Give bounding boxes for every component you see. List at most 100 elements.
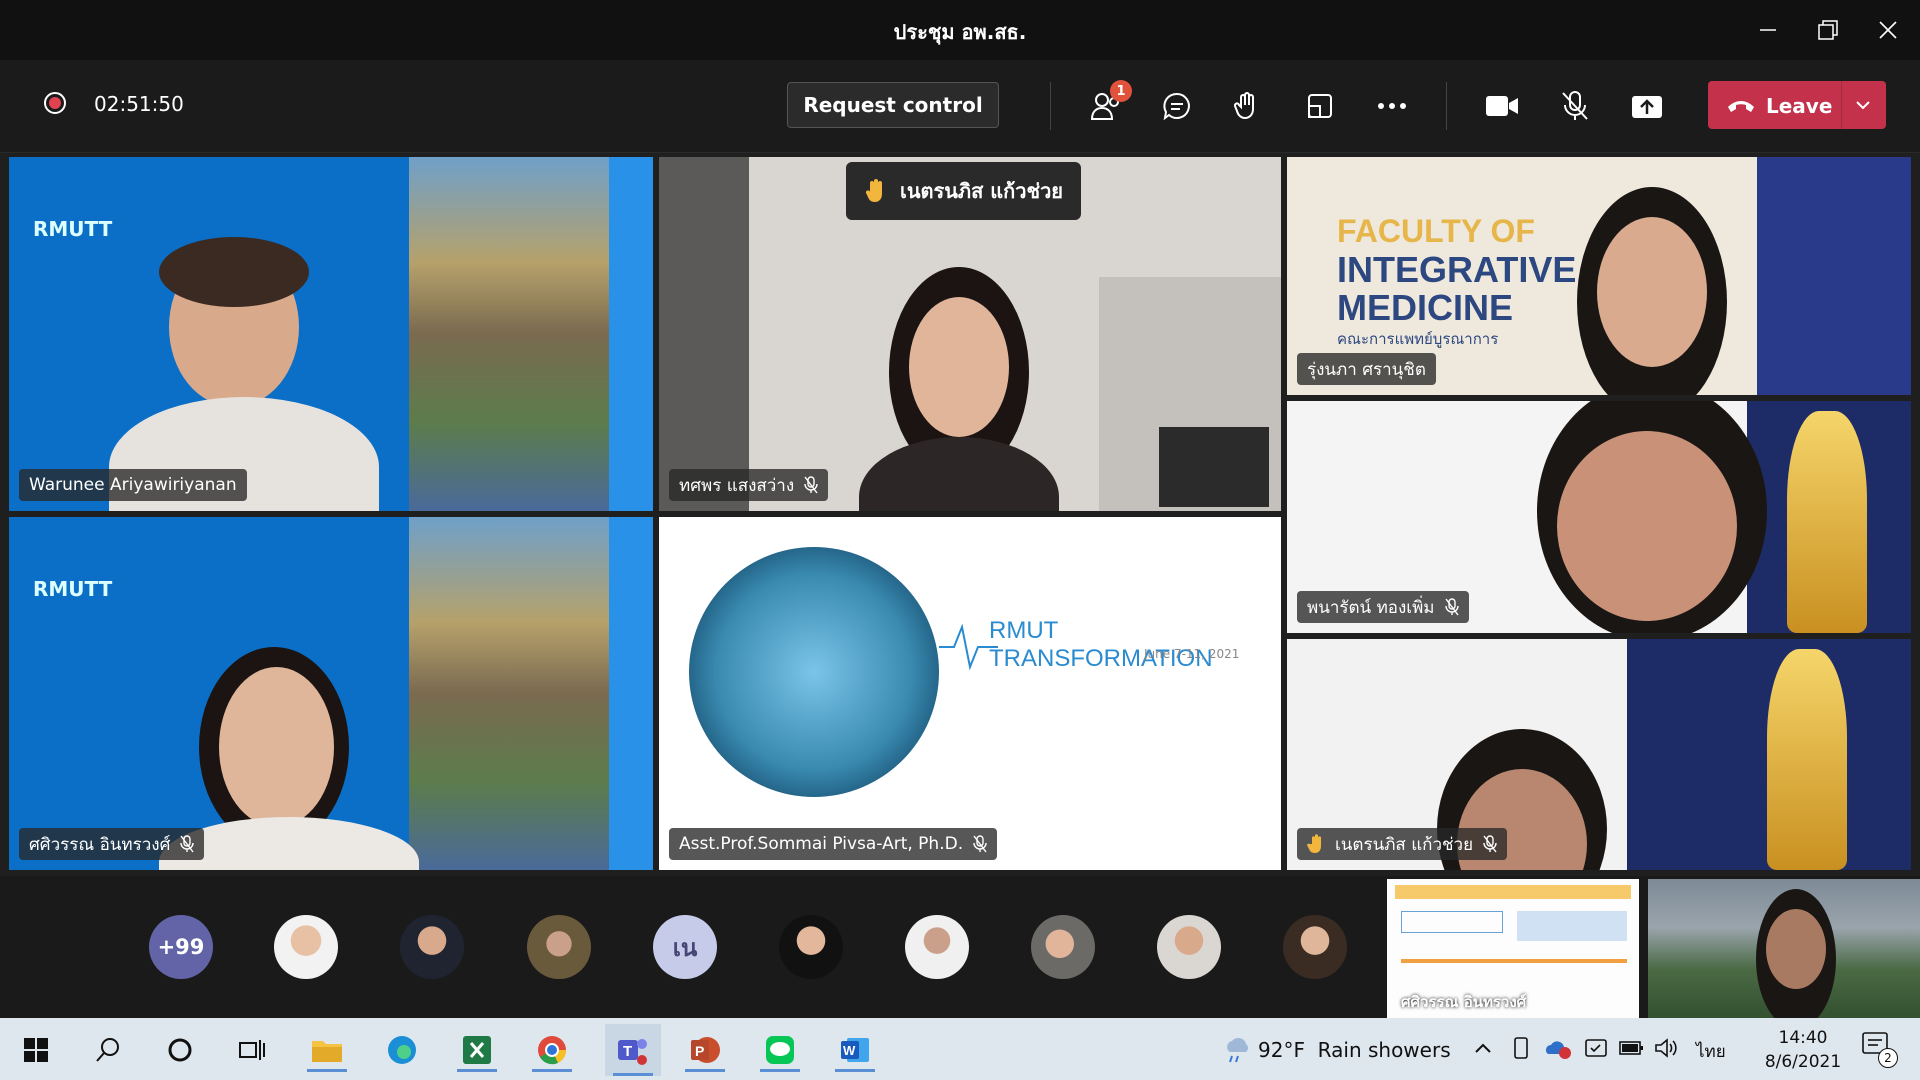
name-label: รุ่งนภา ศรานุชิต	[1297, 353, 1436, 385]
windows-logo-icon	[24, 1038, 48, 1062]
phone-link-icon[interactable]	[1512, 1036, 1530, 1060]
window-frame	[659, 157, 749, 511]
taskbar-clock[interactable]: 14:40 8/6/2021	[1758, 1026, 1848, 1074]
taskbar-excel[interactable]	[455, 1028, 499, 1072]
close-window-button[interactable]	[1868, 10, 1908, 50]
breakout-rooms-icon	[1308, 94, 1332, 118]
mic-off-icon	[180, 835, 195, 853]
chevron-up-icon[interactable]	[1474, 1042, 1492, 1054]
clock-date: 8/6/2021	[1764, 1052, 1842, 1072]
name-label: พนารัตน์ ทองเพิ่ม	[1297, 591, 1469, 623]
name-text: รุ่งนภา ศรานุชิต	[1307, 359, 1426, 380]
more-participants-button[interactable]: +99	[149, 915, 213, 979]
participant-shirt	[859, 437, 1059, 511]
recording-icon	[44, 92, 66, 114]
video-tile[interactable]: RMUTT Warunee Ariyawiriyanan	[9, 157, 653, 511]
running-indicator	[307, 1069, 347, 1072]
participant-avatar[interactable]	[905, 915, 969, 979]
weather-widget[interactable]: 92°F Rain showers	[1258, 1038, 1451, 1062]
camera-button[interactable]	[1480, 84, 1524, 128]
toolbar-divider	[1050, 82, 1051, 130]
taskbar-line[interactable]	[758, 1028, 802, 1072]
weather-temp: 92°F	[1258, 1038, 1305, 1062]
chevron-down-icon[interactable]	[1855, 99, 1871, 111]
video-tile[interactable]: RMUTT ศศิวรรณ อินทรวงศ์	[9, 517, 653, 870]
rmutt-collage	[409, 517, 609, 870]
leave-divider	[1841, 81, 1842, 129]
taskbar-powerpoint[interactable]: P	[683, 1028, 727, 1072]
shared-content-thumbnail[interactable]: ศศิวรรณ อินทรวงศ์	[1387, 879, 1639, 1018]
participant-face	[1557, 431, 1737, 621]
thumbnail-timeline	[1401, 959, 1627, 963]
task-view-button[interactable]	[230, 1028, 274, 1072]
word-icon: W	[841, 1038, 869, 1062]
participant-avatar[interactable]	[1031, 915, 1095, 979]
more-actions-button[interactable]	[1370, 84, 1414, 128]
participant-avatar[interactable]	[1283, 915, 1347, 979]
excel-icon	[463, 1036, 491, 1064]
self-view-tile[interactable]	[1648, 879, 1920, 1018]
name-label: เนตรนภิส แก้วช่วย	[1297, 828, 1508, 860]
request-control-button[interactable]: Request control	[787, 82, 999, 128]
golden-spire	[1767, 649, 1847, 870]
video-tile[interactable]: RMUT TRANSFORMATION June 7-11, 2021 Asst…	[659, 517, 1281, 870]
title-bar: ประชุม อพ.สธ.	[0, 0, 1920, 60]
participant-face	[1597, 217, 1707, 367]
taskbar-word[interactable]: W	[833, 1028, 877, 1072]
language-indicator[interactable]: ไทย	[1696, 1038, 1726, 1065]
chat-button[interactable]	[1155, 84, 1199, 128]
taskbar-teams[interactable]: T	[605, 1024, 661, 1076]
search-button[interactable]	[86, 1028, 130, 1072]
rmutt-collage	[409, 157, 609, 511]
security-icon[interactable]	[1584, 1036, 1608, 1060]
teams-icon: T	[618, 1039, 647, 1065]
thumbnail-header	[1395, 885, 1631, 899]
cortana-button[interactable]	[158, 1028, 202, 1072]
notification-count: 2	[1878, 1048, 1898, 1068]
clock-time: 14:40	[1778, 1028, 1828, 1048]
participant-avatar[interactable]	[779, 915, 843, 979]
thumbnail-box	[1401, 911, 1503, 933]
name-label: Warunee Ariyawiriyanan	[19, 469, 247, 501]
video-tile[interactable]: เนตรนภิส แก้วช่วย	[1287, 639, 1911, 870]
raise-hand-icon	[1233, 92, 1254, 120]
participant-avatar-initials[interactable]: เน	[653, 915, 717, 979]
name-label: Asst.Prof.Sommai Pivsa-Art, Ph.D.	[669, 828, 998, 860]
participant-face	[219, 667, 334, 827]
toolbar-divider	[1446, 82, 1447, 130]
rooms-button[interactable]	[1298, 84, 1342, 128]
minimize-button[interactable]	[1748, 10, 1788, 50]
share-button[interactable]	[1625, 84, 1669, 128]
name-text: ทศพร แสงสว่าง	[679, 475, 795, 496]
participant-avatar[interactable]	[400, 915, 464, 979]
participant-avatar[interactable]	[274, 915, 338, 979]
participant-face	[909, 297, 1009, 437]
notifications-button[interactable]: 2	[1860, 1030, 1900, 1070]
participant-avatar[interactable]	[1157, 915, 1221, 979]
taskbar-chrome[interactable]	[530, 1028, 574, 1072]
start-button[interactable]	[14, 1028, 58, 1072]
running-indicator	[835, 1069, 875, 1072]
video-tile[interactable]: พนารัตน์ ทองเพิ่ม	[1287, 401, 1911, 633]
leave-button[interactable]: Leave	[1708, 81, 1886, 129]
onedrive-error-icon[interactable]	[1544, 1036, 1572, 1060]
mic-button[interactable]	[1553, 84, 1597, 128]
battery-icon[interactable]	[1618, 1038, 1644, 1058]
participants-button[interactable]: 1	[1084, 80, 1132, 128]
running-indicator	[613, 1073, 653, 1076]
reactions-button[interactable]	[1226, 84, 1270, 128]
video-camera-icon	[1486, 96, 1518, 116]
name-text: ศศิวรรณ อินทรวงศ์	[29, 834, 171, 855]
restore-button[interactable]	[1808, 10, 1848, 50]
video-tile[interactable]: FACULTY OF INTEGRATIVE MEDICINE คณะการแพ…	[1287, 157, 1911, 395]
taskbar-edge[interactable]	[380, 1028, 424, 1072]
name-text: Asst.Prof.Sommai Pivsa-Art, Ph.D.	[679, 834, 964, 854]
slide-faculty-text: FACULTY OF	[1337, 213, 1535, 249]
participant-avatar[interactable]	[527, 915, 591, 979]
slide-rmut-title: RMUT TRANSFORMATION	[989, 617, 1213, 672]
volume-icon[interactable]	[1654, 1036, 1680, 1060]
share-tray-icon	[1632, 96, 1662, 118]
rain-cloud-icon[interactable]	[1222, 1034, 1252, 1064]
taskbar-file-explorer[interactable]	[305, 1028, 349, 1072]
participant-hair	[159, 237, 309, 307]
